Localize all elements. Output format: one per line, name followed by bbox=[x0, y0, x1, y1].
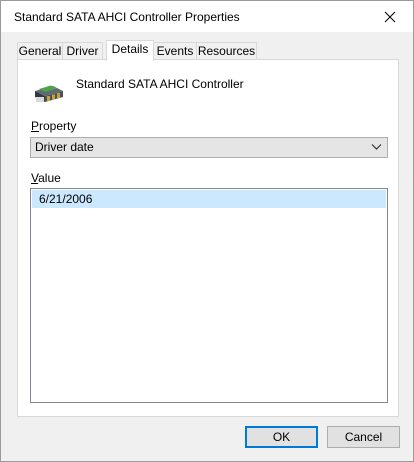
close-icon bbox=[384, 11, 396, 22]
title-bar[interactable]: Standard SATA AHCI Controller Properties bbox=[1, 1, 413, 32]
property-label-text: roperty bbox=[39, 119, 77, 133]
property-dropdown[interactable]: Driver date bbox=[30, 137, 388, 158]
value-listbox[interactable]: 6/21/2006 bbox=[30, 188, 388, 403]
details-panel: Standard SATA AHCI Controller Property D… bbox=[17, 59, 399, 417]
window-title: Standard SATA AHCI Controller Properties bbox=[14, 10, 240, 24]
tab-details[interactable]: Details bbox=[106, 40, 154, 61]
value-label: Value bbox=[31, 171, 61, 185]
close-button[interactable] bbox=[367, 1, 413, 32]
cancel-button[interactable]: Cancel bbox=[327, 426, 400, 448]
list-item[interactable]: 6/21/2006 bbox=[32, 190, 386, 208]
property-dropdown-value: Driver date bbox=[35, 140, 94, 154]
property-label: Property bbox=[31, 119, 76, 133]
device-name: Standard SATA AHCI Controller bbox=[76, 77, 244, 91]
value-label-text: alue bbox=[38, 171, 61, 185]
properties-dialog: Standard SATA AHCI Controller Properties… bbox=[0, 0, 414, 462]
storage-controller-icon bbox=[35, 85, 63, 102]
tab-general[interactable]: General bbox=[17, 42, 63, 60]
tab-driver[interactable]: Driver bbox=[62, 42, 103, 60]
tab-strip: General Driver Details Events Resources bbox=[17, 40, 397, 61]
ok-button[interactable]: OK bbox=[245, 426, 318, 448]
property-label-mnemonic: P bbox=[31, 119, 40, 133]
tab-events[interactable]: Events bbox=[153, 42, 197, 60]
tab-resources[interactable]: Resources bbox=[196, 42, 257, 60]
chevron-down-icon bbox=[371, 144, 382, 150]
